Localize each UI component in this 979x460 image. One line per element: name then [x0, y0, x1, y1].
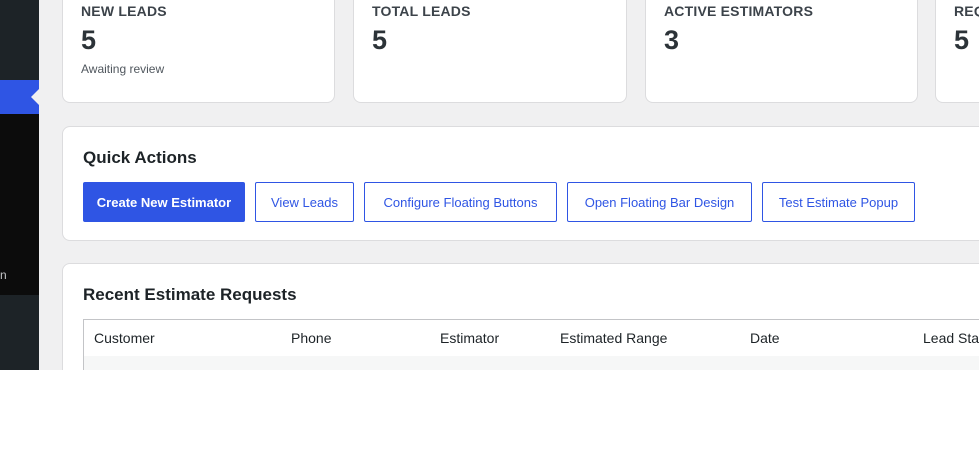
table-row[interactable] — [84, 356, 979, 370]
column-header-phone[interactable]: Phone — [291, 330, 331, 346]
view-leads-button[interactable]: View Leads — [255, 182, 354, 222]
column-header-estimated-range[interactable]: Estimated Range — [560, 330, 667, 346]
test-estimate-popup-button[interactable]: Test Estimate Popup — [762, 182, 915, 222]
sidebar-submenu-item[interactable]: n — [0, 268, 7, 282]
sidebar-menu-bottom — [0, 295, 39, 370]
recent-requests-title: Recent Estimate Requests — [83, 285, 297, 304]
stat-card-total-leads: TOTAL LEADS 5 — [353, 0, 627, 103]
configure-floating-buttons-button[interactable]: Configure Floating Buttons — [364, 182, 557, 222]
stat-value: 5 — [954, 25, 970, 55]
stat-value: 5 — [372, 25, 388, 55]
table-header: Customer Phone Estimator Estimated Range… — [84, 320, 979, 357]
column-header-customer[interactable]: Customer — [94, 330, 155, 346]
stat-card-requests: REQ 5 — [935, 0, 979, 103]
stat-card-active-estimators: ACTIVE ESTIMATORS 3 — [645, 0, 918, 103]
recent-requests-panel: Recent Estimate Requests Customer Phone … — [62, 263, 979, 370]
create-new-estimator-button[interactable]: Create New Estimator — [83, 182, 245, 222]
column-header-estimator[interactable]: Estimator — [440, 330, 499, 346]
admin-viewport: n NEW LEADS 5 Awaiting review TOTAL LEAD… — [0, 0, 979, 370]
stat-card-new-leads: NEW LEADS 5 Awaiting review — [62, 0, 335, 103]
open-floating-bar-design-button[interactable]: Open Floating Bar Design — [567, 182, 752, 222]
recent-requests-table: Customer Phone Estimator Estimated Range… — [83, 319, 979, 370]
active-menu-arrow-icon — [31, 89, 39, 105]
column-header-date[interactable]: Date — [750, 330, 780, 346]
stat-label: NEW LEADS — [81, 3, 167, 19]
quick-actions-panel: Quick Actions Create New Estimator View … — [62, 126, 979, 241]
stat-label: TOTAL LEADS — [372, 3, 471, 19]
quick-actions-title: Quick Actions — [83, 148, 197, 167]
stat-label: ACTIVE ESTIMATORS — [664, 3, 814, 19]
stat-value: 3 — [664, 25, 680, 55]
stat-value: 5 — [81, 25, 97, 55]
stat-subtext: Awaiting review — [81, 62, 165, 76]
column-header-lead-status[interactable]: Lead Stat — [923, 330, 979, 346]
admin-sidebar: n — [0, 0, 39, 370]
stat-label: REQ — [954, 3, 979, 19]
sidebar-menu-top — [0, 0, 39, 80]
